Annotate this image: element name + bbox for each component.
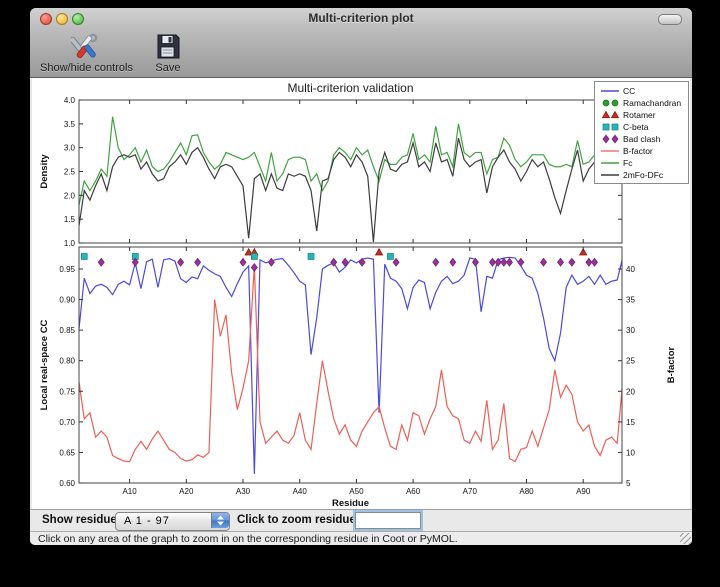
svg-text:5: 5 (626, 479, 631, 488)
save-button[interactable]: Save (153, 30, 183, 74)
desktop-background: Multi-criterion plot Show/hide controls (0, 0, 720, 587)
legend-label: C-beta (623, 122, 649, 132)
window-chrome: Multi-criterion plot Show/hide controls (30, 8, 692, 78)
svg-text:0.75: 0.75 (59, 387, 75, 396)
plot-canvas[interactable]: Multi-criterion validation A10 A20 A30 A40 A5… (32, 78, 690, 509)
svg-text:0.85: 0.85 (59, 326, 75, 335)
svg-text:0.65: 0.65 (59, 448, 75, 457)
titlebar[interactable]: Multi-criterion plot (30, 8, 692, 30)
legend-entry: C-beta (598, 121, 686, 133)
app-window: Multi-criterion plot Show/hide controls (30, 8, 692, 545)
svg-text:0.95: 0.95 (59, 265, 75, 274)
legend-entry: B-factor (598, 145, 686, 157)
save-icon (153, 33, 183, 60)
svg-text:25: 25 (626, 357, 635, 366)
svg-text:A50: A50 (349, 487, 364, 496)
svg-text:0.80: 0.80 (59, 357, 75, 366)
resize-grip-icon[interactable] (680, 533, 691, 544)
toolbar-toggle-button[interactable] (658, 14, 682, 25)
svg-text:3.5: 3.5 (64, 120, 76, 129)
svg-text:Residue: Residue (332, 498, 369, 509)
legend-entry: Bad clash (598, 133, 686, 145)
zoom-residue-label: Click to zoom residue: (237, 514, 360, 526)
legend-entry: 2mFo-DFc (598, 169, 686, 181)
legend-label: Bad clash (623, 134, 660, 144)
legend-label: B-factor (623, 146, 653, 156)
legend-entry: Ramachandran (598, 97, 686, 109)
legend-entry: Rotamer (598, 109, 686, 121)
legend-entry: CC (598, 85, 686, 97)
residue-range-value: A 1 - 97 (124, 515, 170, 527)
svg-text:Multi-criterion validation: Multi-criterion validation (287, 81, 413, 95)
svg-text:A60: A60 (406, 487, 421, 496)
svg-text:A10: A10 (122, 487, 137, 496)
status-message: Click on any area of the graph to zoom i… (38, 533, 458, 545)
svg-text:0.90: 0.90 (59, 296, 75, 305)
toolbar: Show/hide controls Save (30, 30, 692, 77)
legend-label: Ramachandran (623, 98, 681, 108)
svg-text:0.70: 0.70 (59, 418, 75, 427)
svg-text:Density: Density (39, 154, 50, 189)
svg-text:30: 30 (626, 326, 635, 335)
save-button-label: Save (155, 62, 180, 74)
window-title: Multi-criterion plot (30, 11, 692, 25)
svg-text:0.60: 0.60 (59, 479, 75, 488)
show-hide-controls-label: Show/hide controls (40, 62, 133, 74)
svg-text:4.0: 4.0 (64, 96, 76, 105)
svg-text:40: 40 (626, 265, 635, 274)
zoom-residue-input[interactable] (355, 512, 421, 529)
svg-text:2.0: 2.0 (64, 191, 76, 200)
legend-label: CC (623, 86, 635, 96)
svg-text:2.5: 2.5 (64, 168, 76, 177)
legend-label: Rotamer (623, 110, 656, 120)
legend-label: Fc (623, 158, 632, 168)
svg-text:A90: A90 (576, 487, 591, 496)
svg-text:A80: A80 (519, 487, 534, 496)
svg-text:Local real-space CC: Local real-space CC (39, 319, 50, 410)
dropdown-stepper-icon (211, 513, 229, 528)
svg-text:15: 15 (626, 418, 635, 427)
svg-text:A40: A40 (293, 487, 308, 496)
legend-entry: Fc (598, 157, 686, 169)
residue-range-dropdown[interactable]: A 1 - 97 (115, 512, 230, 531)
svg-text:A20: A20 (179, 487, 194, 496)
svg-text:A30: A30 (236, 487, 251, 496)
svg-text:A70: A70 (463, 487, 478, 496)
svg-text:20: 20 (626, 387, 635, 396)
plot-figure[interactable]: Multi-criterion validation A10 A20 A30 A40 A5… (32, 78, 690, 509)
show-hide-controls-button[interactable]: Show/hide controls (40, 30, 133, 74)
controls-bar: Show residues: A 1 - 97 Click to zoom re… (30, 509, 692, 531)
svg-text:10: 10 (626, 448, 635, 457)
svg-text:35: 35 (626, 296, 635, 305)
svg-text:1.0: 1.0 (64, 239, 76, 248)
svg-text:1.5: 1.5 (64, 215, 76, 224)
svg-text:3.0: 3.0 (64, 144, 76, 153)
svg-text:B-factor: B-factor (666, 346, 677, 383)
tools-icon (71, 33, 101, 60)
plot-legend: CC Ramachandran Rotamer C-beta Bad clash B-fa… (594, 81, 689, 184)
status-bar: Click on any area of the graph to zoom i… (30, 531, 692, 545)
legend-label: 2mFo-DFc (623, 170, 663, 180)
